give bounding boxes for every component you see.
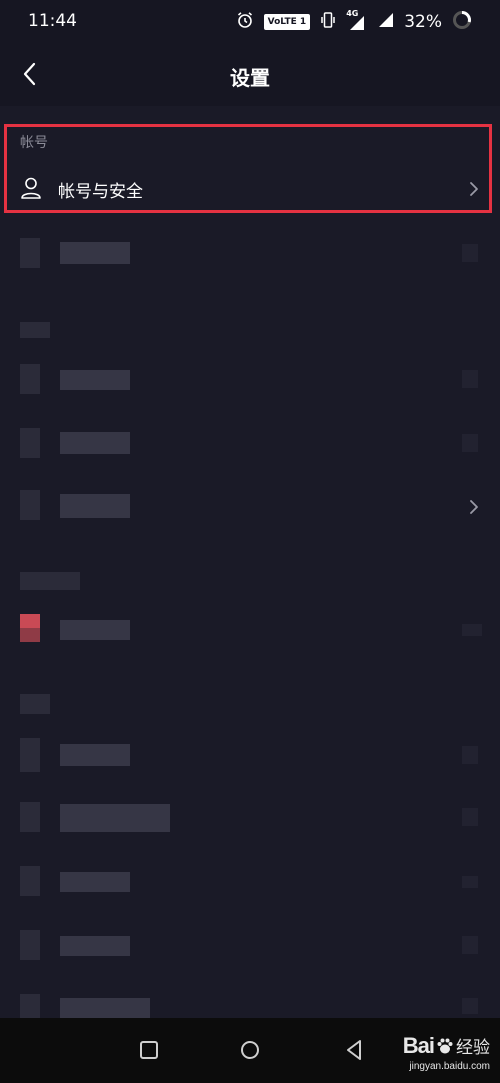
censored-icon [20, 994, 40, 1018]
battery-percent: 32% [404, 12, 442, 32]
vibrate-icon [320, 11, 336, 33]
censored-trailing [462, 370, 478, 388]
paw-icon [435, 1036, 455, 1061]
system-nav-bar: Bai 经验 jingyan.baidu.com [0, 1018, 500, 1083]
highlight-box [4, 124, 492, 213]
censored-row[interactable] [0, 982, 500, 1018]
page-title: 设置 [230, 66, 270, 90]
censored-label [60, 998, 150, 1018]
signal-icon [376, 11, 394, 33]
watermark-url: jingyan.baidu.com [409, 1061, 490, 1072]
censored-icon [20, 490, 40, 520]
censored-icon [20, 738, 40, 772]
censored-row[interactable] [0, 226, 500, 286]
censored-label [60, 494, 130, 518]
nav-bar: 设置 [0, 44, 500, 106]
censored-trailing [462, 936, 478, 954]
censored-trailing [462, 808, 478, 826]
censored-icon [20, 238, 40, 268]
alarm-icon [236, 11, 254, 33]
censored-icon-part [20, 628, 40, 642]
watermark: Bai 经验 jingyan.baidu.com [403, 1034, 490, 1073]
signal-4g-icon: 4G [346, 9, 366, 31]
censored-label [60, 620, 130, 640]
censored-row[interactable] [0, 918, 500, 978]
censored-label [60, 432, 130, 454]
censored-row[interactable] [0, 790, 500, 850]
battery-ring-icon [452, 10, 472, 34]
censored-label [60, 872, 130, 892]
censored-icon [20, 428, 40, 458]
censored-section-header [20, 694, 50, 714]
censored-icon [20, 614, 40, 628]
censored-row[interactable] [0, 854, 500, 914]
watermark-brand-text: Bai [402, 1033, 435, 1058]
censored-trailing [462, 434, 478, 452]
censored-section-header [20, 322, 50, 338]
censored-label [60, 936, 130, 956]
censored-label [60, 804, 170, 832]
censored-section-header [20, 572, 80, 590]
censored-label [60, 242, 130, 264]
status-bar: 11:44 VoLTE 1 4G 32% [0, 0, 500, 44]
watermark-brand: Bai 经验 [403, 1034, 490, 1061]
volte-badge: VoLTE 1 [263, 14, 311, 30]
recent-apps-button[interactable] [137, 1038, 161, 1062]
censored-trailing [462, 244, 478, 262]
censored-trailing [462, 624, 482, 636]
censored-row[interactable] [0, 728, 500, 788]
censored-row[interactable] [0, 352, 500, 412]
watermark-brand-suffix: 经验 [456, 1038, 490, 1057]
censored-trailing [462, 876, 478, 888]
status-icons: VoLTE 1 4G 32% [236, 9, 472, 35]
status-time: 11:44 [28, 11, 77, 31]
chevron-right-icon [470, 500, 478, 514]
censored-row[interactable] [0, 478, 500, 538]
censored-label [60, 370, 130, 390]
censored-trailing [462, 746, 478, 764]
censored-row[interactable] [0, 416, 500, 476]
censored-label [60, 744, 130, 766]
home-button[interactable] [238, 1038, 262, 1062]
censored-icon [20, 866, 40, 896]
settings-list: 帐号 帐号与安全 [0, 106, 500, 1018]
censored-trailing [462, 998, 478, 1014]
censored-row[interactable] [0, 602, 500, 662]
censored-icon [20, 364, 40, 394]
censored-icon [20, 930, 40, 960]
censored-icon [20, 802, 40, 832]
back-nav-button[interactable] [342, 1038, 366, 1062]
